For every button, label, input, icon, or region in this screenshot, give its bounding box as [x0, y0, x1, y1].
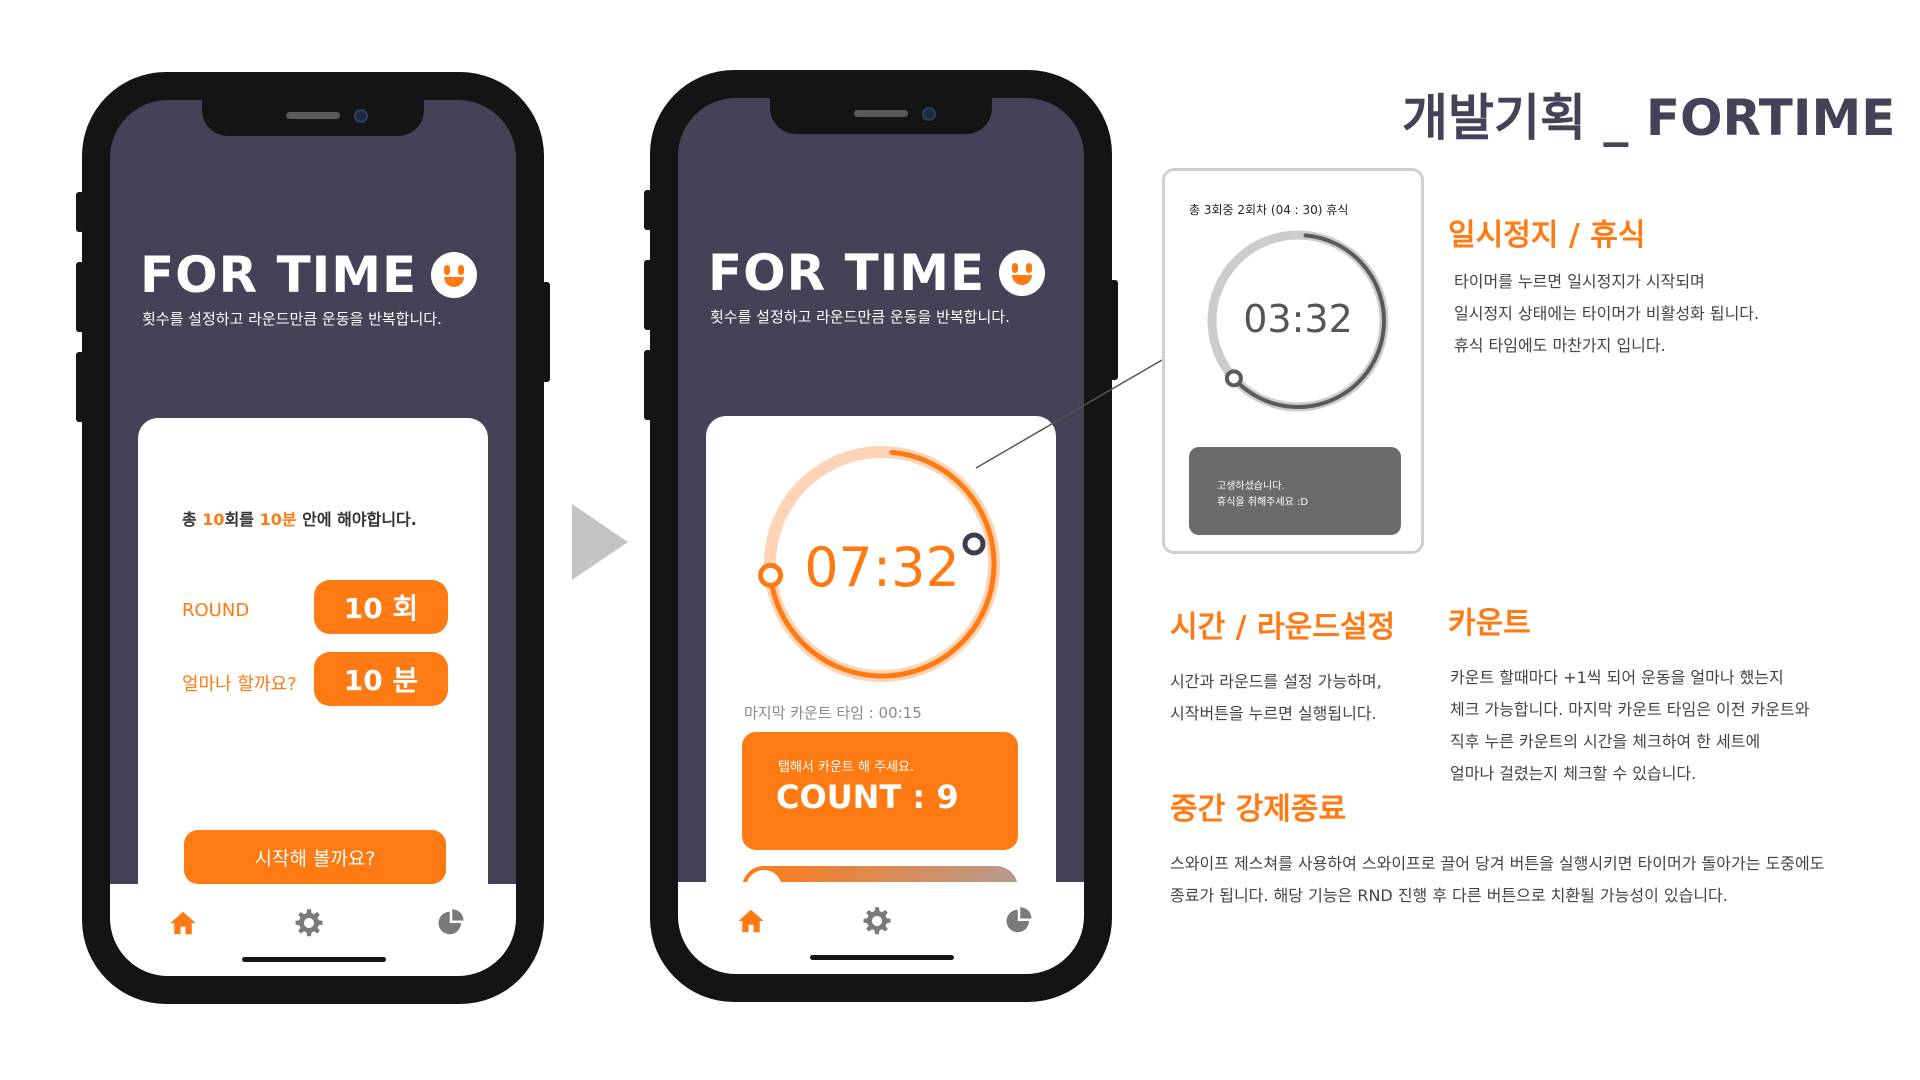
- pause-ring-handle: [1224, 369, 1243, 388]
- rest-toast: 고생하셨습니다. 휴식을 취해주세요 :D: [1189, 447, 1401, 535]
- section-body-stop: 스와이프 제스쳐를 사용하여 스와이프로 끌어 당겨 버튼을 실행시키면 타이머…: [1170, 848, 1824, 912]
- section-title-stop: 중간 강제종료: [1170, 792, 1347, 827]
- section-title-pause: 일시정지 / 휴식: [1448, 218, 1646, 253]
- section-body-setup: 시간과 라운드를 설정 가능하며, 시작버튼을 누르면 실행됩니다.: [1170, 666, 1382, 730]
- text-line: 얼마나 걸렸는지 체크할 수 있습니다.: [1450, 764, 1697, 783]
- toast-line-1: 고생하셨습니다.: [1217, 481, 1285, 492]
- text-line: 스와이프 제스쳐를 사용하여 스와이프로 끌어 당겨 버튼을 실행시키면 타이머…: [1170, 854, 1825, 873]
- page-title: 개발기획 _ FORTIME: [1402, 89, 1896, 147]
- text-line: 카운트 할때마다 +1씩 되어 운동을 얼마나 했는지: [1450, 668, 1784, 687]
- text-line: 시작버튼을 누르면 실행됩니다.: [1170, 704, 1377, 723]
- pause-mockup: 총 3회중 2회차 (04 : 30) 휴식 03:32 고생하셨습니다. 휴식…: [1162, 168, 1424, 554]
- section-title-count: 카운트: [1448, 606, 1531, 641]
- text-line: 시간과 라운드를 설정 가능하며,: [1170, 672, 1382, 691]
- text-line: 타이머를 누르면 일시정지가 시작되며: [1454, 272, 1705, 291]
- text-line: 휴식 타임에도 마찬가지 입니다.: [1454, 336, 1666, 355]
- text-line: 직후 누른 카운트의 시간을 체크하여 한 세트에: [1450, 732, 1761, 751]
- toast-line-2: 휴식을 취해주세요 :D: [1217, 497, 1309, 508]
- section-body-count: 카운트 할때마다 +1씩 되어 운동을 얼마나 했는지 체크 가능합니다. 마지…: [1450, 662, 1809, 790]
- text-line: 일시정지 상태에는 타이머가 비활성화 됩니다.: [1454, 304, 1760, 323]
- pause-timer-display[interactable]: 03:32: [1198, 297, 1398, 341]
- text-line: 체크 가능합니다. 마지막 카운트 타임은 이전 카운트와: [1450, 700, 1810, 719]
- section-title-setup: 시간 / 라운드설정: [1170, 610, 1396, 645]
- text-line: 종료가 됩니다. 해당 기능은 RND 진행 후 다른 버튼으로 치환될 가능성…: [1170, 886, 1728, 905]
- section-body-pause: 타이머를 누르면 일시정지가 시작되며 일시정지 상태에는 타이머가 비활성화 …: [1454, 266, 1759, 362]
- callout-line: [975, 359, 1163, 469]
